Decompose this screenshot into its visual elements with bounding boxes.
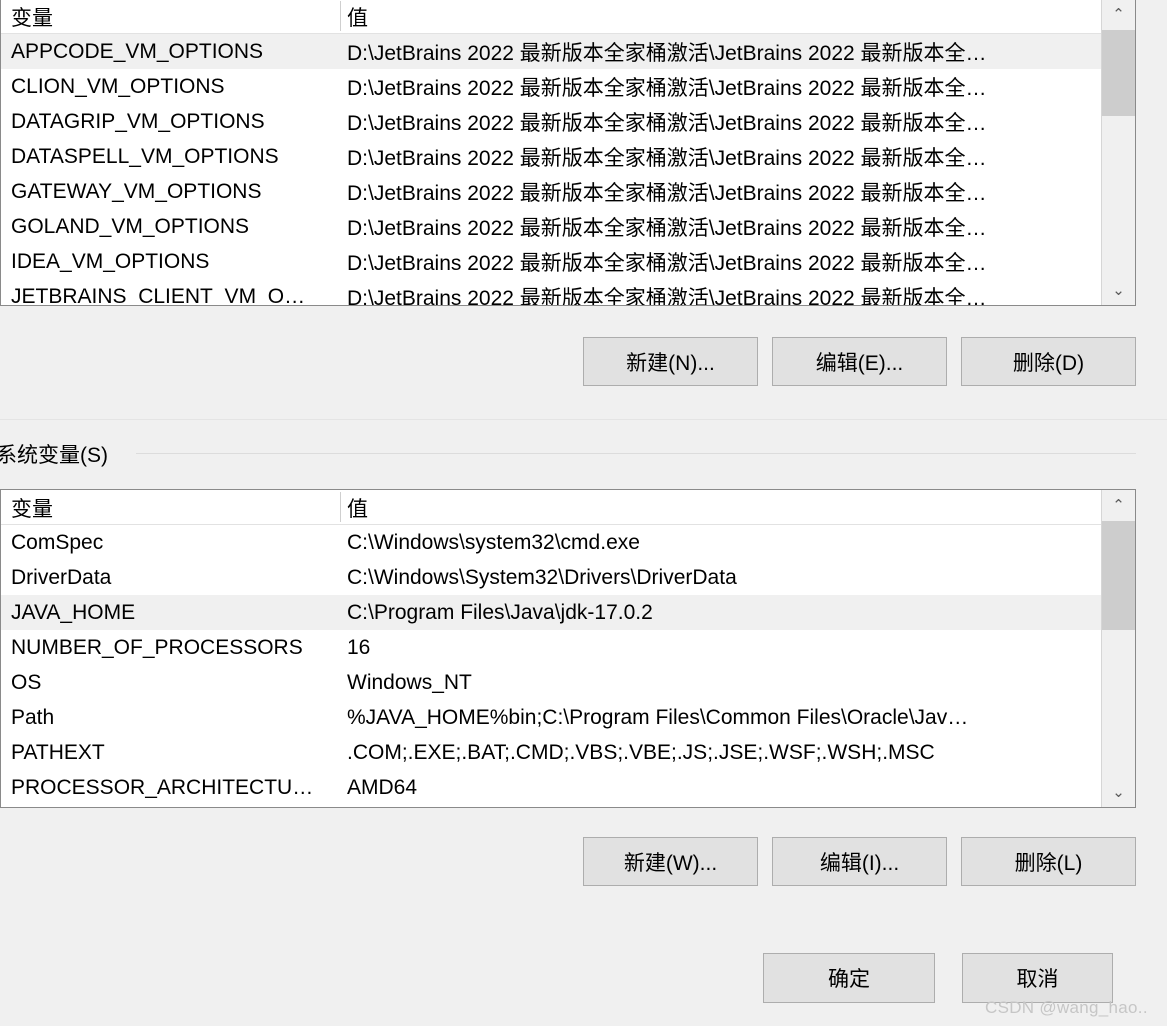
table-row[interactable]: IDEA_VM_OPTIONS D:\JetBrains 2022 最新版本全家桶… [1,244,1135,279]
scrollbar-thumb[interactable] [1102,30,1135,116]
table-row[interactable]: JAVA_HOME C:\Program Files\Java\jdk-17.0.… [1,595,1135,630]
system-delete-button[interactable]: 删除(L) [961,837,1136,886]
section-separator [0,419,1167,420]
table-row[interactable]: NUMBER_OF_PROCESSORS 16 [1,630,1135,665]
variable-value-cell: D:\JetBrains 2022 最新版本全家桶激活\JetBrains 20… [347,286,987,306]
variable-value-cell: C:\Windows\system32\cmd.exe [347,530,640,554]
system-variables-scrollbar[interactable]: ⌃ ⌄ [1101,490,1135,807]
variable-value-cell: D:\JetBrains 2022 最新版本全家桶激活\JetBrains 20… [347,41,987,65]
table-row[interactable]: GATEWAY_VM_OPTIONS D:\JetBrains 2022 最新版本… [1,174,1135,209]
table-row[interactable]: DriverData C:\Windows\System32\Drivers\Dr… [1,560,1135,595]
table-row[interactable]: PATHEXT .COM;.EXE;.BAT;.CMD;.VBS;.VBE;.JS… [1,735,1135,770]
variable-name-cell: JAVA_HOME [11,600,136,624]
variable-name-cell: DATAGRIP_VM_OPTIONS [11,109,265,133]
variable-name-cell: OS [11,670,42,694]
table-row[interactable]: GOLAND_VM_OPTIONS D:\JetBrains 2022 最新版本全… [1,209,1135,244]
variable-value-cell: D:\JetBrains 2022 最新版本全家桶激活\JetBrains 20… [347,216,987,240]
variable-value-cell: AMD64 [347,775,418,799]
user-variables-scrollbar[interactable]: ⌃ ⌄ [1101,0,1135,305]
system-variables-group-label: 系统变量(S) [0,439,116,469]
scroll-up-icon[interactable]: ⌃ [1102,0,1135,29]
system-group-line [136,453,1136,454]
system-edit-button[interactable]: 编辑(I)... [772,837,947,886]
column-header-variable[interactable]: 变量 [1,2,341,32]
scroll-down-icon[interactable]: ⌄ [1102,275,1135,305]
user-variables-listbox[interactable]: 变量 值 APPCODE_VM_OPTIONS D:\JetBrains 2022… [0,0,1136,306]
variable-name-cell: GOLAND_VM_OPTIONS [11,214,250,238]
variable-name-cell: CLION_VM_OPTIONS [11,74,225,98]
user-variables-rows: APPCODE_VM_OPTIONS D:\JetBrains 2022 最新版本… [1,34,1135,305]
header-rule [1,33,1135,34]
variable-value-cell: D:\JetBrains 2022 最新版本全家桶激活\JetBrains 20… [347,146,987,170]
table-row[interactable]: DATAGRIP_VM_OPTIONS D:\JetBrains 2022 最新版… [1,104,1135,139]
user-delete-button[interactable]: 删除(D) [961,337,1136,386]
column-header-variable[interactable]: 变量 [1,493,341,523]
table-row[interactable]: Path %JAVA_HOME%bin;C:\Program Files\Comm… [1,700,1135,735]
table-row[interactable]: DATASPELL_VM_OPTIONS D:\JetBrains 2022 最新… [1,139,1135,174]
variable-value-cell: C:\Program Files\Java\jdk-17.0.2 [347,600,653,624]
variable-name-cell: GATEWAY_VM_OPTIONS [11,179,262,203]
variable-value-cell: Windows_NT [347,670,472,694]
scrollbar-thumb[interactable] [1102,521,1135,630]
system-new-button[interactable]: 新建(W)... [583,837,758,886]
csdn-watermark: CSDN @wang_hao.. [985,998,1148,1017]
ok-button[interactable]: 确定 [763,953,935,1003]
system-variables-rows: ComSpec C:\Windows\system32\cmd.exe Driver… [1,525,1135,807]
system-variables-header: 变量 值 [1,490,1135,525]
variable-value-cell: D:\JetBrains 2022 最新版本全家桶激活\JetBrains 20… [347,181,987,205]
variable-name-cell: DATASPELL_VM_OPTIONS [11,144,279,168]
scroll-up-icon[interactable]: ⌃ [1102,490,1135,520]
variable-name-cell: APPCODE_VM_OPTIONS [11,39,264,63]
column-header-value[interactable]: 值 [341,493,1135,523]
variable-value-cell: %JAVA_HOME%bin;C:\Program Files\Common F… [347,705,969,729]
table-row[interactable]: ComSpec C:\Windows\system32\cmd.exe [1,525,1135,560]
variable-value-cell: D:\JetBrains 2022 最新版本全家桶激活\JetBrains 20… [347,251,987,275]
variable-value-cell: D:\JetBrains 2022 最新版本全家桶激活\JetBrains 20… [347,111,987,135]
user-new-button[interactable]: 新建(N)... [583,337,758,386]
variable-value-cell: D:\JetBrains 2022 最新版本全家桶激活\JetBrains 20… [347,76,987,100]
table-row[interactable]: CLION_VM_OPTIONS D:\JetBrains 2022 最新版本全家… [1,69,1135,104]
table-row[interactable]: PROCESSOR_ARCHITECTU… AMD64 [1,770,1135,805]
variable-value-cell: 16 [347,635,371,659]
user-variables-header: 变量 值 [1,0,1135,34]
scroll-down-icon[interactable]: ⌄ [1102,777,1135,807]
variable-name-cell: IDEA_VM_OPTIONS [11,249,210,273]
header-rule [1,524,1135,525]
column-header-value[interactable]: 值 [341,2,1135,32]
variable-name-cell: PROCESSOR_ARCHITECTU… [11,775,314,799]
cancel-button[interactable]: 取消 [962,953,1113,1003]
variable-name-cell: JETBRAINS_CLIENT_VM_O… [11,284,306,306]
variable-name-cell: Path [11,705,55,729]
variable-name-cell: ComSpec [11,530,104,554]
table-row[interactable]: APPCODE_VM_OPTIONS D:\JetBrains 2022 最新版本… [1,34,1135,69]
variable-name-cell: NUMBER_OF_PROCESSORS [11,635,303,659]
column-divider [340,1,341,31]
column-divider [340,492,341,522]
variable-value-cell: C:\Windows\System32\Drivers\DriverData [347,565,737,589]
variable-name-cell: DriverData [11,565,112,589]
table-row[interactable]: OS Windows_NT [1,665,1135,700]
variable-value-cell: .COM;.EXE;.BAT;.CMD;.VBS;.VBE;.JS;.JSE;.… [347,740,935,764]
variable-name-cell: PATHEXT [11,740,105,764]
system-variables-listbox[interactable]: 变量 值 ComSpec C:\Windows\system32\cmd.exe D… [0,489,1136,808]
table-row[interactable]: JETBRAINS_CLIENT_VM_O… D:\JetBrains 2022 … [1,279,1135,305]
user-edit-button[interactable]: 编辑(E)... [772,337,947,386]
